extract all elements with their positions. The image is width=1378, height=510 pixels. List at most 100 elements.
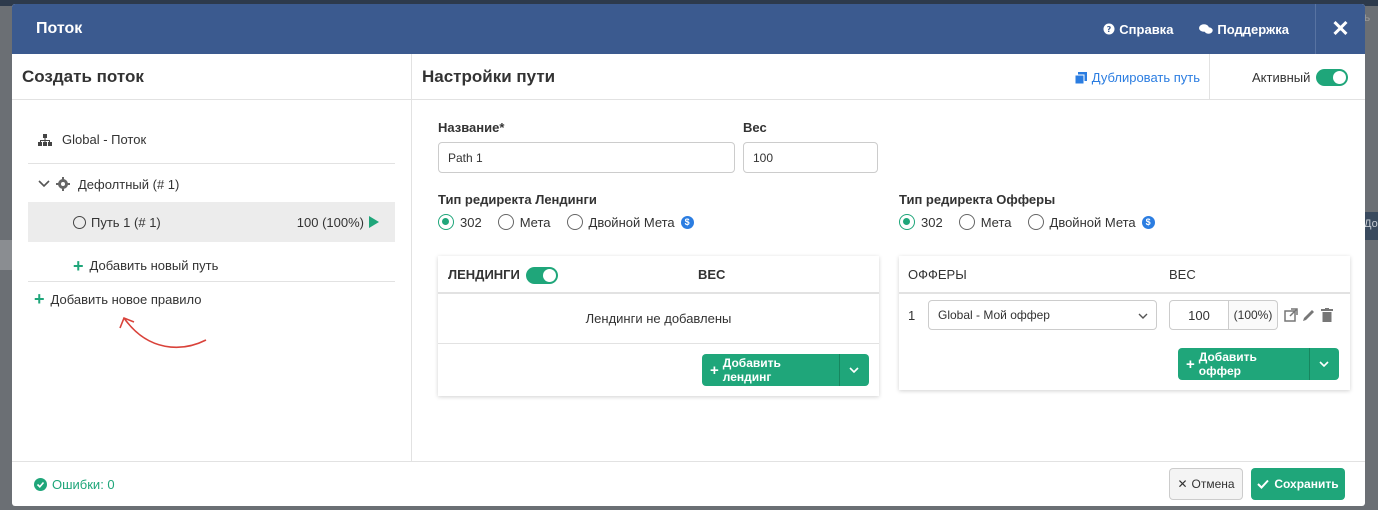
tree-root-label: Global - Поток: [62, 132, 147, 147]
pencil-icon[interactable]: [1302, 308, 1316, 322]
tree-path-item[interactable]: Путь 1 (# 1) 100 (100%): [28, 202, 395, 242]
plus-icon: +: [34, 289, 45, 309]
gear-icon: [56, 177, 70, 191]
plus-icon: +: [1186, 355, 1195, 373]
offer-weight-input[interactable]: 100: [1169, 300, 1229, 330]
background-right-col-text: До: [1364, 218, 1378, 230]
landings-empty-text: Лендинги не добавлены: [585, 311, 732, 326]
play-arrow-icon: [369, 216, 379, 228]
flow-tree-title: Создать поток: [12, 54, 411, 100]
chevron-down-icon[interactable]: [38, 180, 50, 188]
offer-radio-meta-label: Мета: [980, 214, 1012, 230]
offer-radio-302[interactable]: [899, 214, 915, 230]
offer-row-index: 1: [908, 308, 916, 323]
offer-redirect-options: 302 Мета Двойной Мета $: [899, 214, 1155, 230]
offers-card: ОФФЕРЫ ВЕС 1 Global - Мой оффер 100 (100…: [899, 256, 1350, 390]
add-landing-dropdown[interactable]: [840, 354, 869, 386]
add-offer-label: Добавить оффер: [1198, 350, 1257, 378]
info-icon[interactable]: $: [1141, 215, 1155, 229]
landing-radio-meta[interactable]: [497, 214, 514, 230]
checkmark-icon: [1257, 479, 1270, 489]
name-field-label: Название*: [438, 120, 505, 135]
help-link-label: Справка: [1119, 21, 1174, 37]
close-icon: ✕: [1331, 16, 1350, 41]
landing-radio-302-label: 302: [460, 214, 482, 230]
modal-header: Поток ? Справка Поддержка ✕: [12, 4, 1365, 54]
close-button[interactable]: ✕: [1315, 4, 1365, 54]
offer-radio-double-meta-label: Двойной Мета: [1049, 214, 1136, 230]
external-link-icon[interactable]: [1284, 308, 1298, 322]
copy-icon: [1074, 71, 1087, 84]
offer-redirect-label: Тип редиректа Офферы: [899, 192, 1056, 207]
save-button[interactable]: Сохранить: [1251, 468, 1345, 500]
create-flow-modal: Поток ? Справка Поддержка ✕ Создать пото…: [12, 4, 1365, 506]
landings-card-header: ЛЕНДИНГИ ВЕС: [438, 256, 879, 294]
landing-radio-302[interactable]: [438, 214, 454, 230]
name-input[interactable]: Path 1: [438, 142, 735, 173]
support-link[interactable]: Поддержка: [1199, 22, 1289, 37]
chevron-down-icon: [1319, 361, 1329, 367]
offer-radio-double-meta[interactable]: [1027, 214, 1044, 230]
landings-header: ЛЕНДИНГИ: [448, 266, 520, 282]
tree-rule-default[interactable]: Дефолтный (# 1): [28, 170, 395, 198]
help-link[interactable]: ? Справка: [1103, 22, 1173, 37]
trash-icon[interactable]: [1321, 308, 1333, 322]
offer-radio-meta[interactable]: [958, 214, 975, 230]
tree-rule-label: Дефолтный (# 1): [78, 176, 180, 192]
path-settings-title: Настройки пути: [422, 66, 556, 86]
check-circle-icon: [34, 478, 47, 491]
background-left-bar: [0, 240, 12, 270]
plus-icon: +: [710, 361, 719, 379]
landings-card: ЛЕНДИНГИ ВЕС Лендинги не добавлены + Доб…: [438, 256, 879, 396]
landing-radio-meta-label: Мета: [519, 214, 551, 230]
offer-radio-302-label: 302: [921, 214, 943, 230]
landings-toggle[interactable]: [526, 267, 558, 284]
info-icon[interactable]: $: [680, 215, 694, 229]
weight-field-label: Вес: [743, 120, 767, 135]
path-settings-panel: Настройки пути Дублировать путь Активный…: [412, 54, 1365, 461]
tree-path-label: Путь 1 (# 1): [91, 214, 161, 230]
path-settings-header: Настройки пути Дублировать путь Активный: [412, 54, 1365, 100]
landing-radio-double-meta[interactable]: [566, 214, 583, 230]
chat-bubbles-icon: [1199, 24, 1214, 34]
offer-select[interactable]: Global - Мой оффер: [928, 300, 1157, 330]
offer-weight-percent: (100%): [1229, 300, 1278, 330]
landing-redirect-label: Тип редиректа Лендинги: [438, 192, 597, 207]
errors-label: Ошибки: 0: [52, 477, 115, 492]
duplicate-path-label: Дублировать путь: [1091, 70, 1200, 85]
support-link-label: Поддержка: [1217, 21, 1289, 37]
duplicate-path-link[interactable]: Дублировать путь: [1074, 70, 1200, 85]
add-path-label: Добавить новый путь: [89, 258, 219, 273]
sitemap-icon: [38, 133, 52, 146]
add-offer-button[interactable]: + Добавить оффер: [1178, 348, 1339, 380]
active-toggle[interactable]: [1316, 68, 1349, 86]
tree-path-weight: 100 (100%): [296, 214, 364, 230]
landing-redirect-options: 302 Мета Двойной Мета $: [438, 214, 694, 230]
add-landing-button[interactable]: + Добавить лендинг: [702, 354, 869, 386]
landing-radio-double-meta-label: Двойной Мета: [588, 214, 675, 230]
offer-select-value: Global - Мой оффер: [938, 308, 1050, 322]
question-circle-icon: ?: [1103, 23, 1115, 35]
offers-header: ОФФЕРЫ: [908, 266, 967, 282]
cancel-label: Отмена: [1191, 477, 1235, 491]
add-landing-main[interactable]: + Добавить лендинг: [702, 354, 840, 386]
save-label: Сохранить: [1274, 477, 1339, 491]
weight-input[interactable]: 100: [743, 142, 878, 173]
path-status-circle-icon: [73, 215, 86, 229]
chevron-down-icon: [849, 367, 859, 373]
header-links: ? Справка Поддержка: [1103, 4, 1289, 54]
close-icon: ✕: [1177, 477, 1188, 491]
annotation-arrow-icon: [119, 316, 207, 349]
modal-title: Поток: [36, 20, 83, 37]
add-offer-dropdown[interactable]: [1310, 348, 1340, 380]
errors-status: Ошибки: 0: [34, 477, 115, 492]
svg-text:?: ?: [1107, 25, 1112, 34]
background-right-char: ь: [1364, 10, 1371, 24]
tree-root-flow[interactable]: Global - Поток: [28, 116, 395, 164]
offers-card-header: ОФФЕРЫ ВЕС: [899, 256, 1350, 294]
cancel-button[interactable]: ✕ Отмена: [1169, 468, 1243, 500]
modal-footer: Ошибки: 0 ✕ Отмена Сохранить: [12, 461, 1365, 506]
add-path-link[interactable]: + Добавить новый путь: [28, 250, 395, 282]
offers-weight-header: ВЕС: [1169, 266, 1196, 282]
add-offer-main[interactable]: + Добавить оффер: [1178, 348, 1310, 380]
